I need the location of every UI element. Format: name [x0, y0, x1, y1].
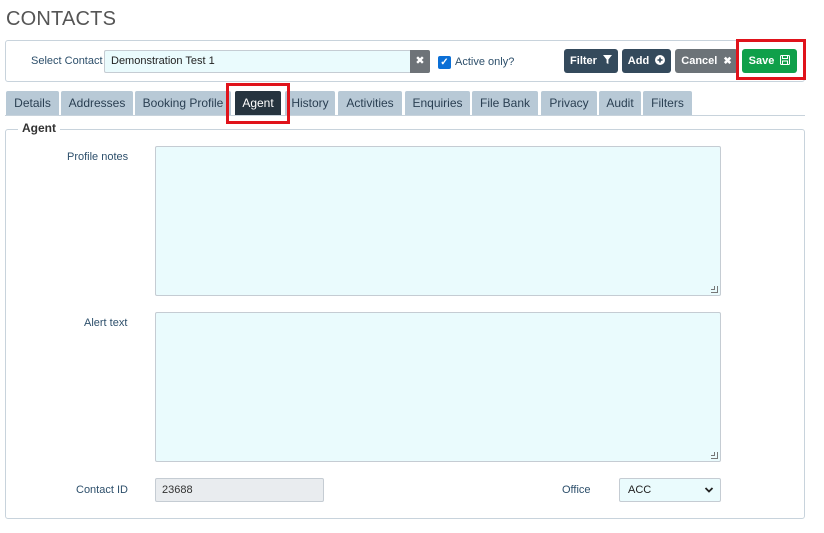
- close-icon: ✖: [723, 55, 732, 67]
- tab-audit[interactable]: Audit: [599, 91, 641, 115]
- cancel-button[interactable]: Cancel ✖: [675, 49, 738, 73]
- save-highlight-box: [736, 39, 806, 80]
- active-only-checkbox[interactable]: ✓: [438, 55, 451, 69]
- tab-details[interactable]: Details: [6, 91, 59, 115]
- plus-circle-icon: [655, 54, 666, 68]
- office-select-value: ACC: [628, 484, 652, 496]
- agent-legend: Agent: [18, 121, 60, 135]
- resize-grip-icon[interactable]: [711, 286, 718, 293]
- alert-text-label: Alert text: [84, 317, 128, 329]
- tab-history[interactable]: History: [285, 91, 335, 115]
- tab-activities[interactable]: Activities: [338, 91, 402, 115]
- close-icon: ✖: [415, 55, 425, 67]
- tab-bar: Details Addresses Booking Profile Agent …: [5, 91, 805, 116]
- select-contact-input[interactable]: Demonstration Test 1: [104, 50, 412, 73]
- agent-tab-highlight-box: [226, 83, 290, 124]
- clear-contact-button[interactable]: ✖: [410, 50, 430, 73]
- page-title: CONTACTS: [6, 8, 117, 30]
- office-select[interactable]: ACC: [619, 478, 721, 502]
- tab-file-bank[interactable]: File Bank: [472, 91, 538, 115]
- contact-id-field: 23688: [155, 478, 324, 502]
- profile-notes-textarea[interactable]: [155, 146, 721, 296]
- tab-enquiries[interactable]: Enquiries: [405, 91, 470, 115]
- office-label: Office: [562, 484, 591, 496]
- alert-text-textarea[interactable]: [155, 312, 721, 462]
- cancel-button-label: Cancel: [681, 55, 718, 67]
- profile-notes-label: Profile notes: [67, 151, 129, 163]
- funnel-icon: [602, 55, 612, 67]
- select-contact-label: Select Contact: [31, 55, 103, 67]
- resize-grip-icon[interactable]: [711, 452, 718, 459]
- add-button-label: Add: [627, 55, 650, 67]
- tab-addresses[interactable]: Addresses: [61, 91, 133, 115]
- chevron-down-icon: [704, 479, 714, 510]
- tab-filters[interactable]: Filters: [643, 91, 692, 115]
- tab-privacy[interactable]: Privacy: [541, 91, 597, 115]
- filter-button-label: Filter: [570, 55, 597, 67]
- contact-id-label: Contact ID: [76, 484, 128, 496]
- add-button[interactable]: Add: [622, 49, 671, 73]
- active-only-label: Active only?: [455, 56, 515, 68]
- tab-booking-profile[interactable]: Booking Profile: [135, 91, 231, 115]
- active-only-toggle[interactable]: ✓ Active only?: [438, 54, 514, 70]
- filter-button[interactable]: Filter: [564, 49, 618, 73]
- contact-toolbar: Select Contact Demonstration Test 1 ✖ ✓ …: [5, 40, 805, 82]
